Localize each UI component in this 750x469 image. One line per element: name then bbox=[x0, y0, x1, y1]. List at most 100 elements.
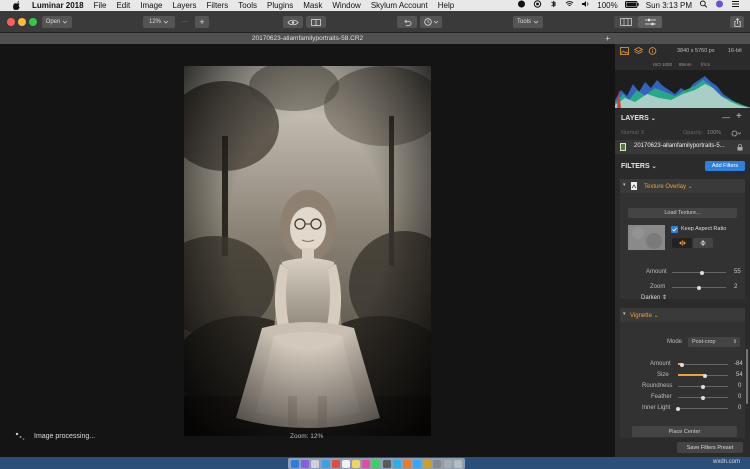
add-layer-button[interactable]: + bbox=[736, 111, 742, 122]
flip-horizontal-button[interactable] bbox=[672, 238, 692, 248]
menu-help[interactable]: Help bbox=[438, 0, 454, 11]
luminar-icon[interactable] bbox=[423, 459, 432, 468]
app-store-icon[interactable] bbox=[382, 459, 391, 468]
siri-icon[interactable] bbox=[715, 0, 724, 11]
save-filters-preset-button[interactable]: Save Filters Preset bbox=[677, 442, 743, 453]
menu-tools[interactable]: Tools bbox=[238, 0, 257, 11]
clock[interactable]: Sun 3:13 PM bbox=[646, 0, 692, 11]
load-texture-button[interactable]: Load Texture... bbox=[628, 208, 737, 218]
panel-scrollbar[interactable] bbox=[746, 349, 748, 404]
collapse-chevron-icon[interactable]: ▾ bbox=[623, 182, 626, 188]
image-info-icon[interactable] bbox=[620, 47, 629, 55]
texture-overlay-header[interactable]: ▾ Texture Overlay ⌄ bbox=[620, 179, 745, 193]
tools-dropdown[interactable]: Tools bbox=[513, 16, 543, 28]
wifi-icon[interactable] bbox=[565, 0, 574, 11]
layers-header[interactable]: LAYERS ⌄ bbox=[621, 115, 656, 122]
image-dimensions: 3840 x 5760 px bbox=[677, 48, 715, 54]
presets-panel-button[interactable] bbox=[614, 16, 638, 28]
collapse-chevron-icon[interactable]: ▾ bbox=[623, 311, 626, 317]
zoom-window-button[interactable] bbox=[29, 18, 37, 26]
zoom-fit-button[interactable]: ··· bbox=[178, 16, 192, 28]
share-button[interactable] bbox=[730, 16, 744, 28]
history-button[interactable] bbox=[420, 16, 442, 28]
preview-toggle-button[interactable] bbox=[283, 16, 303, 28]
remove-layer-button[interactable]: — bbox=[722, 113, 730, 122]
photo-preview[interactable] bbox=[184, 66, 431, 436]
skype-dock-icon[interactable] bbox=[392, 459, 401, 468]
lock-icon[interactable] bbox=[737, 144, 743, 151]
zoom-in-button[interactable]: + bbox=[195, 16, 209, 28]
texture-blend-mode-select[interactable]: Darken ⇕ bbox=[641, 294, 667, 301]
menu-layers[interactable]: Layers bbox=[173, 0, 197, 11]
safari-icon[interactable] bbox=[321, 459, 330, 468]
filters-header[interactable]: FILTERS ⌄ bbox=[621, 163, 657, 170]
opacity-value[interactable]: 100% bbox=[707, 130, 721, 136]
finder-icon[interactable] bbox=[291, 459, 300, 468]
messages-icon[interactable] bbox=[372, 459, 381, 468]
blend-mode-select[interactable]: Normal ⇕ bbox=[621, 130, 645, 136]
texture-amount-handle[interactable] bbox=[699, 270, 704, 275]
vignette-amount-slider[interactable] bbox=[678, 364, 728, 365]
layer-settings-gear-icon[interactable] bbox=[731, 130, 741, 137]
notification-center-icon[interactable] bbox=[731, 0, 740, 11]
menu-image[interactable]: Image bbox=[140, 0, 162, 11]
vignette-inner-light-slider[interactable] bbox=[678, 408, 728, 409]
menu-filters[interactable]: Filters bbox=[207, 0, 229, 11]
compare-button[interactable] bbox=[306, 16, 326, 28]
chrome-icon[interactable] bbox=[331, 459, 340, 468]
keep-aspect-checkbox[interactable] bbox=[671, 226, 678, 233]
siri-dock-icon[interactable] bbox=[301, 459, 310, 468]
battery-icon[interactable] bbox=[624, 0, 639, 11]
document-tab[interactable]: 20170623-allamfamilyportraits-58.CR2 + bbox=[0, 33, 615, 44]
lightroom-icon[interactable] bbox=[402, 459, 411, 468]
new-tab-button[interactable]: + bbox=[605, 33, 610, 44]
vignette-roundness-handle[interactable] bbox=[701, 384, 705, 389]
apple-icon[interactable] bbox=[12, 1, 22, 10]
menu-mask[interactable]: Mask bbox=[303, 0, 322, 11]
add-filters-button[interactable]: Add Filters bbox=[705, 161, 745, 171]
vignette-feather-handle[interactable] bbox=[701, 395, 705, 400]
layers-stack-icon[interactable] bbox=[634, 47, 643, 55]
flip-vertical-button[interactable] bbox=[693, 238, 713, 248]
calendar-icon[interactable] bbox=[341, 459, 350, 468]
layer-row[interactable]: 20170623-allamfamilyportraits-5... bbox=[615, 140, 750, 154]
photoshop-icon[interactable] bbox=[413, 459, 422, 468]
launchpad-icon[interactable] bbox=[311, 459, 320, 468]
downloads-icon[interactable] bbox=[443, 459, 452, 468]
info-circle-icon[interactable] bbox=[648, 47, 657, 55]
texture-zoom-handle[interactable] bbox=[697, 285, 701, 290]
place-center-button[interactable]: Place Center bbox=[632, 426, 737, 437]
system-preferences-icon[interactable] bbox=[433, 459, 442, 468]
menu-app-name[interactable]: Luminar 2018 bbox=[32, 0, 84, 11]
vignette-mode-select[interactable]: Post-crop ⇕ bbox=[688, 337, 740, 347]
zoom-dropdown[interactable]: 12% bbox=[143, 16, 175, 28]
menu-window[interactable]: Window bbox=[332, 0, 360, 11]
vignette-amount-handle[interactable] bbox=[680, 362, 684, 367]
record-icon[interactable] bbox=[533, 0, 542, 11]
menu-skylum-account[interactable]: Skylum Account bbox=[371, 0, 428, 11]
adjustments-panel-button[interactable] bbox=[638, 16, 662, 28]
vignette-inner-light-label: Inner Light bbox=[642, 405, 671, 411]
volume-icon[interactable] bbox=[581, 0, 590, 11]
texture-overlay-title[interactable]: Texture Overlay ⌄ bbox=[644, 183, 693, 190]
vignette-size-handle[interactable] bbox=[703, 373, 707, 378]
trash-icon[interactable] bbox=[453, 459, 462, 468]
image-canvas[interactable]: Zoom: 12% Image processing... bbox=[0, 44, 615, 457]
vignette-mode-value: Post-crop bbox=[692, 339, 716, 345]
menu-edit[interactable]: Edit bbox=[116, 0, 130, 11]
vignette-header[interactable]: ▾ Vignette ⌄ bbox=[620, 308, 745, 322]
skype-icon[interactable] bbox=[517, 0, 526, 11]
menu-plugins[interactable]: Plugins bbox=[267, 0, 293, 11]
vignette-title[interactable]: Vignette ⌄ bbox=[630, 312, 659, 319]
undo-button[interactable] bbox=[397, 16, 417, 28]
bluetooth-icon[interactable] bbox=[549, 0, 558, 11]
minimize-window-button[interactable] bbox=[18, 18, 26, 26]
menu-file[interactable]: File bbox=[94, 0, 107, 11]
open-button[interactable]: Open bbox=[42, 16, 72, 28]
texture-thumbnail[interactable] bbox=[628, 225, 665, 250]
notes-icon[interactable] bbox=[352, 459, 361, 468]
spotlight-icon[interactable] bbox=[699, 0, 708, 11]
photos-icon[interactable] bbox=[362, 459, 371, 468]
vignette-inner-light-handle[interactable] bbox=[676, 406, 680, 411]
close-window-button[interactable] bbox=[7, 18, 15, 26]
